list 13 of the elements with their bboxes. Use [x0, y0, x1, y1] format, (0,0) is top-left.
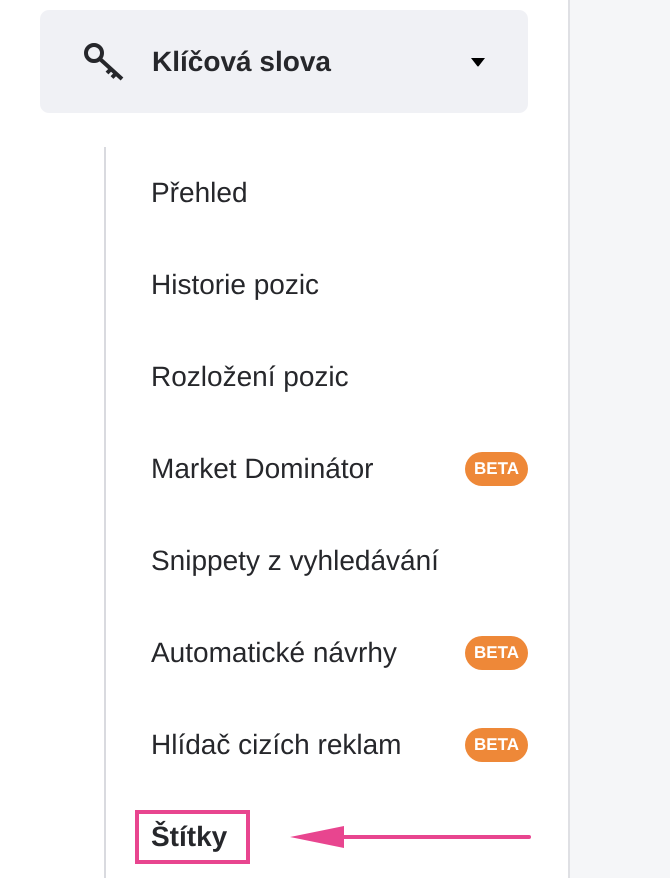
- menu-item[interactable]: Přehled: [151, 177, 248, 209]
- beta-badge: BETA: [464, 452, 528, 486]
- menu-item[interactable]: Automatické návrhy: [151, 637, 397, 669]
- menu-item[interactable]: Štítky: [151, 821, 228, 853]
- menu-item[interactable]: Market Dominátor: [151, 453, 374, 485]
- menu-item[interactable]: Hlídač cizích reklam: [151, 729, 402, 761]
- menu-item[interactable]: Rozložení pozic: [151, 361, 349, 393]
- menu-item[interactable]: Snippety z vyhledávání: [151, 545, 439, 577]
- beta-badge: BETA: [464, 636, 528, 670]
- beta-badge: BETA: [464, 728, 528, 762]
- key-icon: [83, 42, 125, 82]
- section-header[interactable]: Klíčová slova: [40, 10, 528, 113]
- menu-item[interactable]: Historie pozic: [151, 269, 320, 301]
